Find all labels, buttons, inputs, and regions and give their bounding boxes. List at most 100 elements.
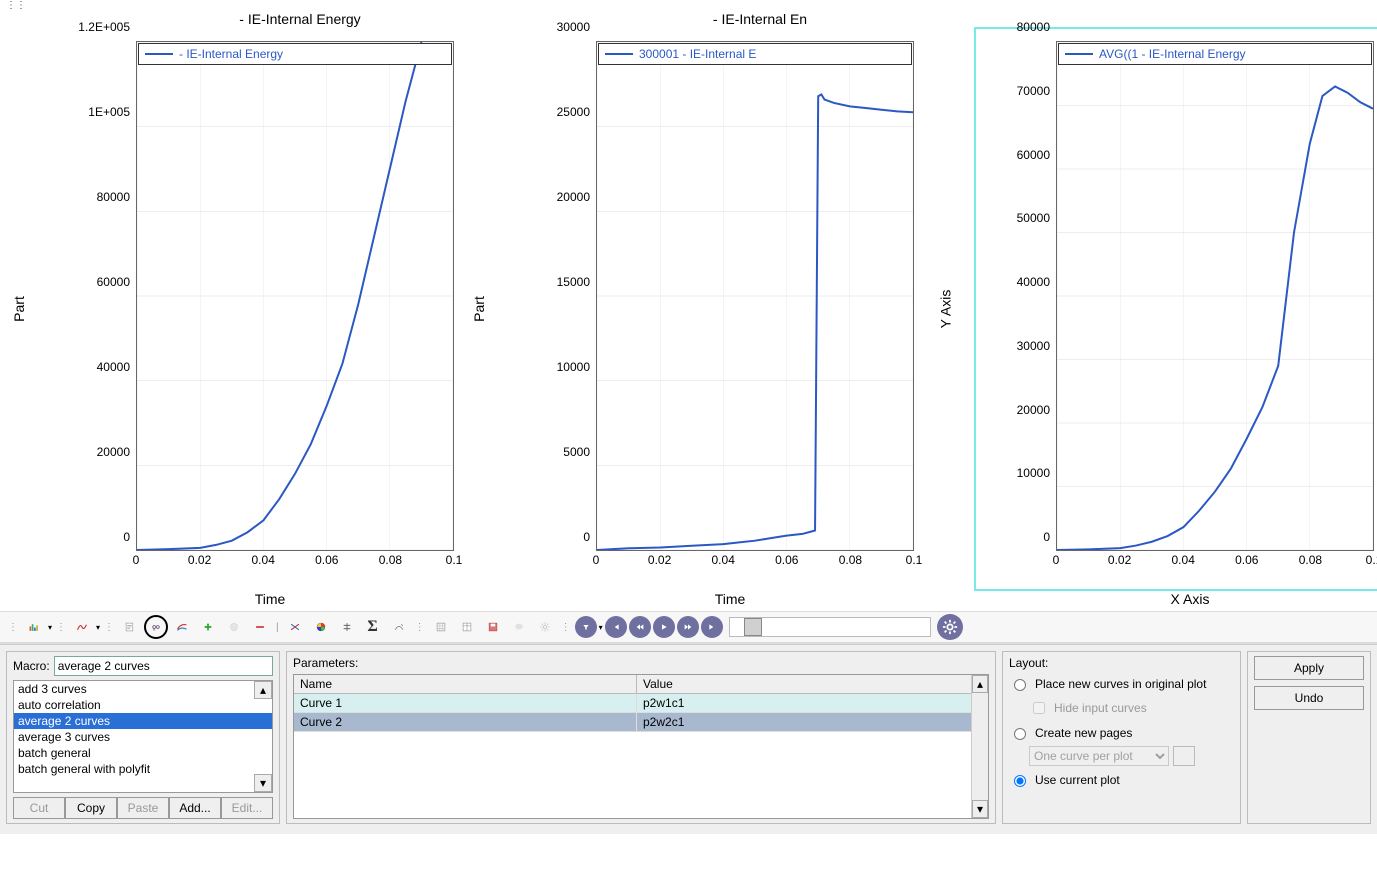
- chart-3[interactable]: Y Axis AVG((1 - IE-Internal Energy0100002…: [920, 11, 1377, 607]
- y-axis-label: Part: [11, 296, 27, 322]
- align-icon[interactable]: [335, 615, 359, 639]
- cross-curves-icon[interactable]: [283, 615, 307, 639]
- settings-gear-icon[interactable]: [937, 614, 963, 640]
- y-ticks: 0200004000060000800001E+0051.2E+005: [56, 41, 134, 551]
- opt-current[interactable]: Use current plot: [1009, 772, 1234, 787]
- add-button[interactable]: Add...: [169, 797, 221, 819]
- macro-item[interactable]: average 2 curves: [14, 713, 272, 729]
- plot-area[interactable]: [596, 41, 914, 551]
- x-ticks: 00.020.040.060.080.1: [596, 553, 914, 569]
- y-axis-label: Y Axis: [937, 290, 953, 329]
- charts-row: - IE-Internal EnergyPart- IE-Internal En…: [0, 11, 1377, 611]
- macro-list[interactable]: ▴ add 3 curvesauto correlationaverage 2 …: [13, 680, 273, 793]
- table-row[interactable]: Curve 1 p2w1c1: [294, 694, 988, 713]
- param-value[interactable]: p2w2c1: [637, 713, 988, 731]
- report-icon[interactable]: [118, 615, 142, 639]
- fx-macro-icon[interactable]: fx: [144, 615, 168, 639]
- curves-per-plot-select[interactable]: One curve per plot: [1029, 746, 1169, 766]
- x-axis-label: Time: [540, 591, 920, 607]
- dropdown-arrow-icon[interactable]: ▾: [96, 623, 100, 632]
- legend: AVG((1 - IE-Internal Energy: [1058, 43, 1372, 65]
- legend: - IE-Internal Energy: [138, 43, 452, 65]
- macro-panel: Macro: ▴ add 3 curvesauto correlationave…: [6, 651, 280, 824]
- time-slider[interactable]: [729, 617, 931, 637]
- chart-title: - IE-Internal Energy: [140, 11, 460, 27]
- skip-start-icon[interactable]: [605, 616, 627, 638]
- chart-1[interactable]: - IE-Internal Energy Part - IE-Internal En…: [0, 11, 460, 607]
- col-value[interactable]: Value: [637, 675, 988, 693]
- table-icon[interactable]: [455, 615, 479, 639]
- play-icon[interactable]: [653, 616, 675, 638]
- color-wheel-icon[interactable]: [309, 615, 333, 639]
- macro-item[interactable]: batch general: [14, 745, 272, 761]
- param-name: Curve 2: [294, 713, 637, 731]
- y-ticks: 0100002000030000400005000060000700008000…: [976, 41, 1054, 551]
- opt-newpages[interactable]: Create new pages: [1009, 725, 1234, 740]
- x-ticks: 00.020.040.060.080.1: [136, 553, 454, 569]
- col-name[interactable]: Name: [294, 675, 637, 693]
- skip-end-icon[interactable]: [701, 616, 723, 638]
- macro-label: Macro:: [13, 659, 50, 673]
- scroll-down-icon[interactable]: ▾: [254, 774, 272, 792]
- tangent-icon[interactable]: [387, 615, 411, 639]
- sigma-icon[interactable]: Σ: [361, 615, 385, 639]
- layout-label: Layout:: [1009, 656, 1234, 670]
- x-axis-label: X Axis: [1000, 591, 1377, 607]
- opt-original[interactable]: Place new curves in original plot: [1009, 676, 1234, 691]
- macro-input[interactable]: [54, 656, 273, 676]
- plot-area[interactable]: [1056, 41, 1374, 551]
- plus-icon[interactable]: [196, 615, 220, 639]
- color-swatch[interactable]: [1173, 746, 1195, 766]
- legend: 300001 - IE-Internal E: [598, 43, 912, 65]
- paste-button[interactable]: Paste: [117, 797, 169, 819]
- parameters-table[interactable]: Name Value Curve 1 p2w1c1 Curve 2 p2w2c1…: [293, 674, 989, 819]
- scroll-up-icon[interactable]: ▴: [254, 681, 272, 699]
- parameters-panel: Parameters: Name Value Curve 1 p2w1c1 Cu…: [286, 651, 996, 824]
- macro-item[interactable]: add 3 curves: [14, 681, 272, 697]
- table-scrollbar[interactable]: ▴ ▾: [971, 675, 988, 818]
- cut-button[interactable]: Cut: [13, 797, 65, 819]
- curve-smooth-icon[interactable]: [70, 615, 94, 639]
- undo-button[interactable]: Undo: [1254, 686, 1364, 710]
- save-icon[interactable]: [481, 615, 505, 639]
- grid-icon[interactable]: [429, 615, 453, 639]
- window-grip[interactable]: ⋮⋮: [0, 0, 1377, 11]
- shield-icon[interactable]: [222, 615, 246, 639]
- filter-round-icon[interactable]: [575, 616, 597, 638]
- apply-button[interactable]: Apply: [1254, 656, 1364, 680]
- plot-area[interactable]: [136, 41, 454, 551]
- curve-pair-icon[interactable]: [170, 615, 194, 639]
- chart-title: - IE-Internal En: [600, 11, 920, 27]
- bottom-panels: Macro: ▴ add 3 curvesauto correlationave…: [0, 644, 1377, 834]
- parameters-label: Parameters:: [293, 656, 989, 670]
- app-root: ⋮⋮ - IE-Internal EnergyPart- IE-Internal…: [0, 0, 1377, 884]
- toolbar: ⋮ ▾ ⋮ ▾ ⋮ fx | Σ ⋮ ⋮ ▾: [0, 611, 1377, 644]
- y-axis-label: Part: [471, 296, 487, 322]
- x-axis-label: Time: [80, 591, 460, 607]
- macro-item[interactable]: batch general with polyfit: [14, 761, 272, 777]
- edit-button[interactable]: Edit...: [221, 797, 273, 819]
- y-ticks: 050001000015000200002500030000: [516, 41, 594, 551]
- dropdown-arrow-icon[interactable]: ▾: [599, 623, 603, 632]
- flat-line-icon[interactable]: [248, 615, 272, 639]
- toolbar-sep: ⋮: [8, 622, 18, 633]
- chat-icon[interactable]: [507, 615, 531, 639]
- macro-item[interactable]: auto correlation: [14, 697, 272, 713]
- chart-2[interactable]: - IE-Internal En Part 300001 - IE-Internal…: [460, 11, 920, 607]
- x-ticks: 00.020.040.060.080.1: [1056, 553, 1374, 569]
- gear-small-icon[interactable]: [533, 615, 557, 639]
- copy-button[interactable]: Copy: [65, 797, 117, 819]
- param-value[interactable]: p2w1c1: [637, 694, 988, 712]
- histogram-icon[interactable]: [22, 615, 46, 639]
- rewind-icon[interactable]: [629, 616, 651, 638]
- dropdown-arrow-icon[interactable]: ▾: [48, 623, 52, 632]
- param-name: Curve 1: [294, 694, 637, 712]
- scroll-down-icon[interactable]: ▾: [972, 800, 988, 818]
- opt-hide: Hide input curves: [1029, 699, 1234, 717]
- forward-icon[interactable]: [677, 616, 699, 638]
- macro-item[interactable]: average 3 curves: [14, 729, 272, 745]
- slider-thumb[interactable]: [744, 618, 762, 636]
- actions-panel: Apply Undo: [1247, 651, 1371, 824]
- scroll-up-icon[interactable]: ▴: [972, 675, 988, 693]
- table-row[interactable]: Curve 2 p2w2c1: [294, 713, 988, 732]
